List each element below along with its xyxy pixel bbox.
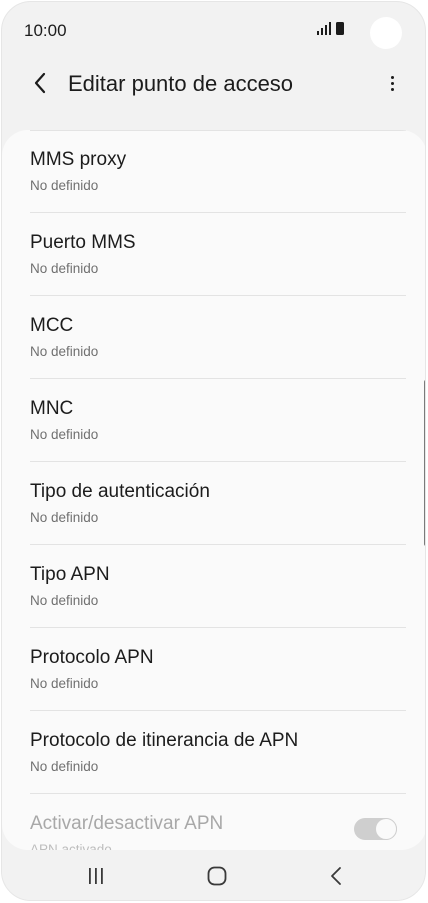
item-subtitle: No definido bbox=[30, 178, 99, 193]
item-title: Activar/desactivar APN bbox=[30, 813, 224, 834]
list-item-apn-enable[interactable]: Activar/desactivar APN APN activado bbox=[2, 794, 425, 850]
item-subtitle: No definido bbox=[30, 261, 99, 276]
item-subtitle: No definido bbox=[30, 510, 99, 525]
list-item-auth-type[interactable]: Tipo de autenticación No definido bbox=[2, 462, 425, 545]
battery-icon bbox=[336, 22, 344, 35]
phone-screen: 10:00 Editar punto de acceso MMS proxy N… bbox=[1, 1, 426, 901]
item-title: Puerto MMS bbox=[30, 232, 136, 253]
status-time: 10:00 bbox=[24, 21, 67, 40]
more-options-icon bbox=[390, 75, 394, 79]
list-item-apn-roaming-protocol[interactable]: Protocolo de itinerancia de APN No defin… bbox=[2, 711, 425, 794]
toggle-knob bbox=[375, 818, 397, 840]
list-item-mms-proxy[interactable]: MMS proxy No definido bbox=[2, 130, 425, 213]
back-button[interactable] bbox=[28, 70, 52, 96]
item-subtitle: APN activado bbox=[30, 842, 112, 850]
item-title: MNC bbox=[30, 398, 74, 419]
item-subtitle: No definido bbox=[30, 759, 99, 774]
home-icon[interactable] bbox=[207, 866, 227, 886]
signal-icon bbox=[317, 22, 331, 35]
item-subtitle: No definido bbox=[30, 593, 99, 608]
item-title: Tipo de autenticación bbox=[30, 481, 210, 502]
back-arrow-icon bbox=[34, 72, 46, 94]
app-bar: Editar punto de acceso bbox=[2, 58, 425, 108]
item-subtitle: No definido bbox=[30, 427, 99, 442]
item-title: Tipo APN bbox=[30, 564, 110, 585]
status-bar: 10:00 bbox=[2, 2, 425, 58]
item-title: MMS proxy bbox=[30, 149, 127, 170]
item-subtitle: No definido bbox=[30, 676, 99, 691]
settings-list: MMS proxy No definido Puerto MMS No defi… bbox=[2, 130, 425, 850]
list-item-mms-port[interactable]: Puerto MMS No definido bbox=[2, 213, 425, 296]
navigation-bar bbox=[2, 850, 425, 900]
recents-icon[interactable] bbox=[87, 867, 105, 885]
list-item-mnc[interactable]: MNC No definido bbox=[2, 379, 425, 462]
list-item-mcc[interactable]: MCC No definido bbox=[2, 296, 425, 379]
item-subtitle: No definido bbox=[30, 344, 99, 359]
item-title: Protocolo APN bbox=[30, 647, 154, 668]
item-title: MCC bbox=[30, 315, 74, 336]
more-options-button[interactable] bbox=[382, 70, 402, 96]
item-title: Protocolo de itinerancia de APN bbox=[30, 730, 299, 751]
apn-enable-toggle[interactable] bbox=[354, 818, 397, 840]
nav-back-icon[interactable] bbox=[329, 866, 343, 886]
list-item-apn-protocol[interactable]: Protocolo APN No definido bbox=[2, 628, 425, 711]
list-item-apn-type[interactable]: Tipo APN No definido bbox=[2, 545, 425, 628]
scrollbar[interactable] bbox=[424, 380, 425, 546]
camera-cutout bbox=[370, 17, 402, 49]
page-title: Editar punto de acceso bbox=[68, 71, 294, 96]
